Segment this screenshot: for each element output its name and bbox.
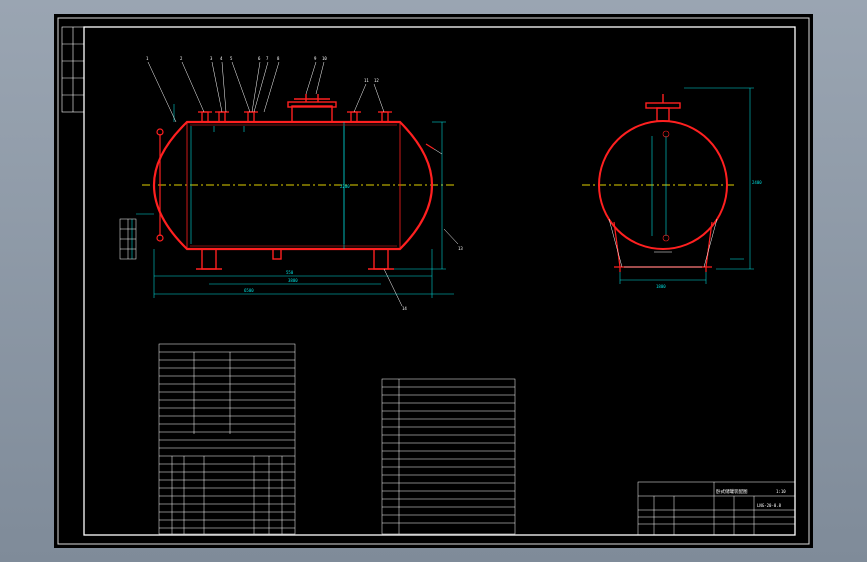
nozzle-mini-table [119,218,137,260]
drawing-title: 卧式储罐装配图 [716,488,748,495]
drawing-sheet[interactable]: 1 2 3 4 5 6 7 8 9 10 11 12 13 14 550 380… [54,14,813,548]
leader-labels: 1 2 3 4 5 6 7 8 9 10 11 12 13 14 [146,56,463,311]
vessel-side-view: 2400 1800 [582,87,762,289]
leader-label-9: 9 [314,56,317,61]
drawing-number: LNG-20-0.8 [757,503,782,508]
dim-side-height: 2400 [752,180,762,185]
leader-label-10: 10 [322,56,327,61]
leader-label-6: 6 [258,56,261,61]
dim-overall-length: 6500 [244,288,254,293]
leader-label-11: 11 [364,78,369,83]
leader-label-5: 5 [230,56,233,61]
drawing-scale: 1:10 [776,489,786,494]
technical-requirements [381,378,516,535]
dim-shell-diameter: 2200 [340,184,350,189]
drawing-canvas: 1 2 3 4 5 6 7 8 9 10 11 12 13 14 550 380… [57,17,810,545]
leader-label-8: 8 [277,56,280,61]
leader-label-1: 1 [146,56,149,61]
dimension-texts: 550 3800 6500 2200 [244,184,350,293]
leader-label-12: 12 [374,78,379,83]
side-internals [651,130,670,242]
dim-end-height: 550 [286,270,294,275]
leader-label-14: 14 [402,306,407,311]
dim-support-base: 1800 [656,284,666,289]
side-saddle-hatch [608,218,718,268]
side-manhole [645,94,681,122]
top-nozzles [198,111,392,123]
outer-border [57,17,810,545]
leader-label-4: 4 [220,56,223,61]
dimension-lines [131,104,454,298]
leader-label-7: 7 [266,56,269,61]
nozzle-table [158,343,296,535]
level-gauge [156,128,435,242]
dim-support-span: 3800 [288,278,298,283]
leader-label-3: 3 [210,56,213,61]
leader-label-13: 13 [458,246,463,251]
leader-label-2: 2 [180,56,183,61]
cad-viewport: 1 2 3 4 5 6 7 8 9 10 11 12 13 14 550 380… [0,0,867,562]
side-dimension-texts: 2400 1800 [656,180,762,289]
vessel-front-view: 1 2 3 4 5 6 7 8 9 10 11 12 13 14 550 380… [119,56,463,311]
side-saddle [613,221,713,272]
side-dimension-lines [619,87,754,284]
revision-grid [61,26,85,113]
vessel-shell [152,120,434,251]
manhole [287,94,337,123]
saddle-supports [196,248,394,270]
